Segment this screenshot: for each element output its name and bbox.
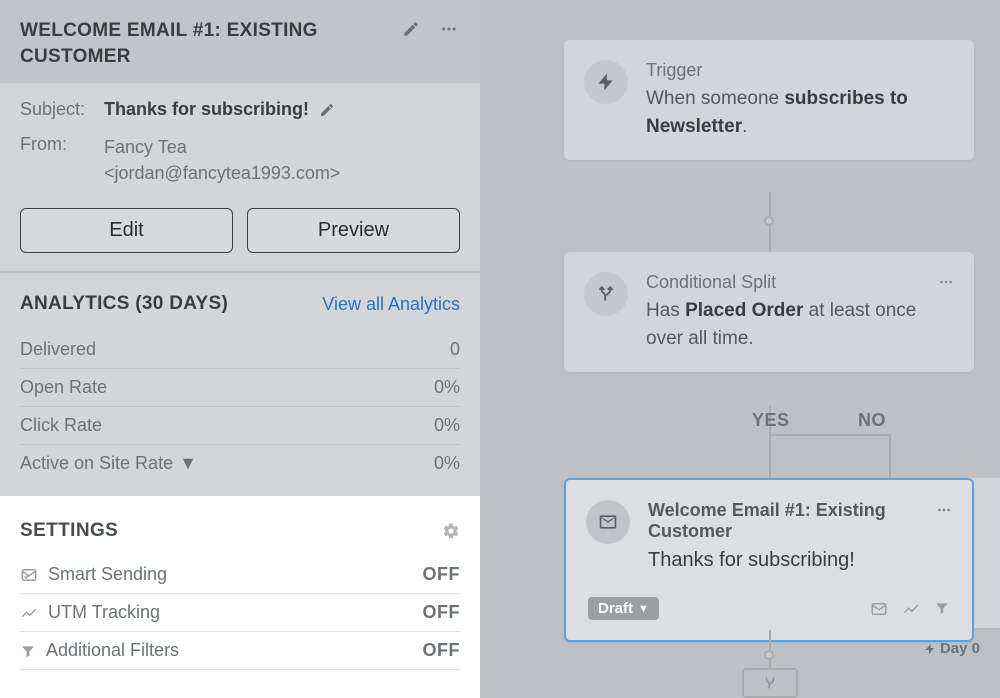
from-label: From: <box>20 134 104 186</box>
draft-status-badge[interactable]: Draft ▼ <box>588 597 659 620</box>
settings-row-smart-sending[interactable]: Smart Sending OFF <box>20 556 460 594</box>
day-label: Day 0 <box>924 640 980 657</box>
smart-sending-status-icon[interactable] <box>870 600 888 618</box>
trigger-label: Trigger <box>646 60 952 81</box>
edit-subject-icon[interactable] <box>319 102 335 118</box>
split-icon <box>584 272 628 316</box>
settings-row-utm-tracking[interactable]: UTM Tracking OFF <box>20 594 460 632</box>
filter-status-icon[interactable] <box>934 600 950 618</box>
edit-title-icon[interactable] <box>402 20 420 38</box>
connector <box>889 434 891 478</box>
email-node-body: Thanks for subscribing! <box>648 546 950 575</box>
view-all-analytics-link[interactable]: View all Analytics <box>322 294 460 315</box>
from-value: Fancy Tea <jordan@fancytea1993.com> <box>104 134 460 186</box>
split-yes-label: YES <box>752 410 790 431</box>
side-panel: WELCOME EMAIL #1: EXISTING CUSTOMER Subj… <box>0 0 480 698</box>
email-node-selected[interactable]: Welcome Email #1: Existing Customer Than… <box>564 478 974 642</box>
settings-section: SETTINGS Smart Sending OFF UTM Tracking … <box>0 496 480 698</box>
caret-down-icon: ▼ <box>179 453 197 474</box>
connector-dot <box>764 216 774 226</box>
caret-down-icon: ▼ <box>638 603 649 615</box>
analytics-row-delivered: Delivered 0 <box>20 331 460 369</box>
flow-canvas[interactable]: Trigger When someone subscribes to Newsl… <box>480 0 1000 698</box>
analytics-title: ANALYTICS (30 DAYS) <box>20 293 228 315</box>
settings-title: SETTINGS <box>20 520 118 542</box>
node-menu-icon[interactable] <box>936 502 952 518</box>
connector-dot <box>764 650 774 660</box>
connector <box>769 434 891 436</box>
trigger-node[interactable]: Trigger When someone subscribes to Newsl… <box>564 40 974 160</box>
split-no-label: NO <box>858 410 886 431</box>
preview-button[interactable]: Preview <box>247 208 460 253</box>
email-node-title: Welcome Email #1: Existing Customer <box>648 500 950 542</box>
settings-row-additional-filters[interactable]: Additional Filters OFF <box>20 632 460 670</box>
bolt-icon <box>924 643 936 655</box>
connector <box>769 630 771 668</box>
panel-header: WELCOME EMAIL #1: EXISTING CUSTOMER <box>0 0 480 83</box>
filter-icon <box>20 643 36 659</box>
analytics-row-open-rate: Open Rate 0% <box>20 369 460 407</box>
edit-button[interactable]: Edit <box>20 208 233 253</box>
email-icon <box>586 500 630 544</box>
analytics-row-click-rate: Click Rate 0% <box>20 407 460 445</box>
next-step-box[interactable] <box>742 668 798 698</box>
trigger-body: When someone subscribes to Newsletter. <box>646 85 952 140</box>
envelope-check-icon <box>20 566 38 584</box>
utm-status-icon[interactable] <box>902 600 920 618</box>
analytics-row-active-on-site[interactable]: Active on Site Rate ▼ 0% <box>20 445 460 482</box>
node-menu-icon[interactable] <box>938 274 954 290</box>
tracking-icon <box>20 604 38 622</box>
split-body: Has Placed Order at least once over all … <box>646 297 952 352</box>
panel-title: WELCOME EMAIL #1: EXISTING CUSTOMER <box>20 18 380 69</box>
split-label: Conditional Split <box>646 272 952 293</box>
conditional-split-node[interactable]: Conditional Split Has Placed Order at le… <box>564 252 974 372</box>
more-icon[interactable] <box>440 20 458 38</box>
analytics-section: ANALYTICS (30 DAYS) View all Analytics D… <box>0 273 480 496</box>
subject-label: Subject: <box>20 99 104 120</box>
subject-value: Thanks for subscribing! <box>104 99 460 120</box>
bolt-icon <box>584 60 628 104</box>
email-meta: Subject: Thanks for subscribing! From: F… <box>0 83 480 271</box>
gear-icon[interactable] <box>442 522 460 540</box>
